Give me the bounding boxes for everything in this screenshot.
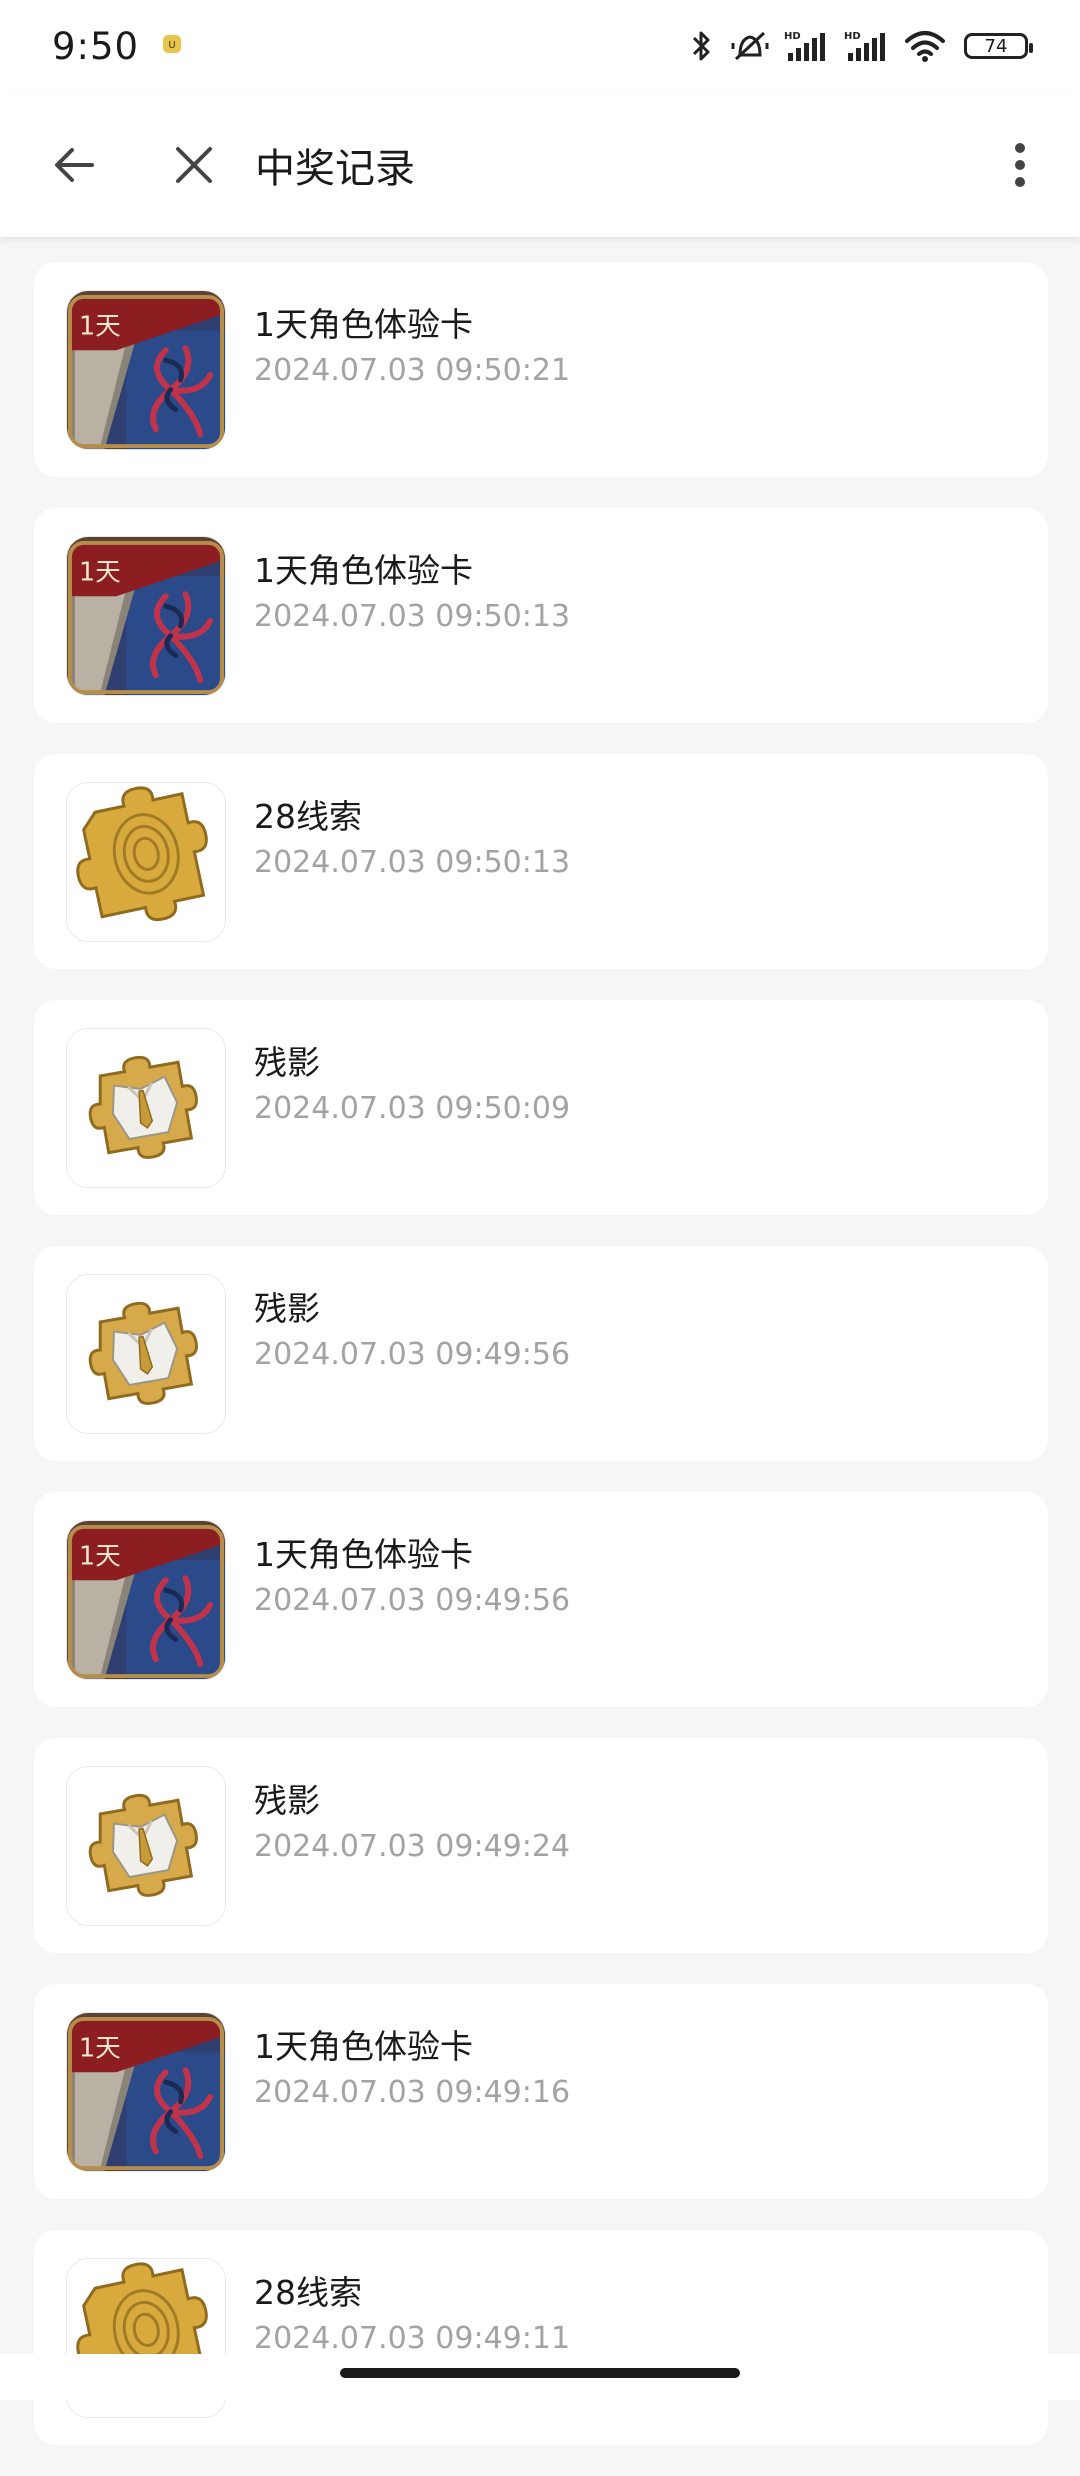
record-card[interactable]: 残影 2024.07.03 09:49:24 bbox=[34, 1738, 1048, 1953]
page-title: 中奖记录 bbox=[255, 145, 415, 192]
arrow-left-icon bbox=[55, 147, 94, 182]
record-card[interactable]: 残影 2024.07.03 09:50:09 bbox=[34, 1000, 1048, 1215]
card-badge-text: 1天 bbox=[79, 2033, 121, 2063]
record-name: 1天角色体验卡 bbox=[254, 1535, 473, 1574]
gesture-bar bbox=[0, 2354, 1080, 2400]
role-card-icon: 1天 bbox=[66, 536, 226, 696]
record-name: 1天角色体验卡 bbox=[254, 2027, 473, 2066]
more-vertical-icon bbox=[1015, 142, 1025, 187]
svg-text:U: U bbox=[168, 40, 175, 51]
record-name: 残影 bbox=[254, 1289, 320, 1328]
afterimage-puzzle-icon bbox=[66, 1028, 226, 1188]
status-right: HD HD 74 bbox=[686, 29, 1033, 63]
record-card[interactable]: 1天 1天角色体验卡 2024.07.03 09:50:21 bbox=[34, 262, 1048, 477]
status-left: 9:50 U bbox=[52, 25, 183, 68]
status-time: 9:50 bbox=[52, 24, 140, 68]
status-bar: 9:50 U HD HD 74 bbox=[0, 0, 1080, 92]
app-bar: 中奖记录 bbox=[0, 92, 1080, 237]
record-card[interactable]: 1天 1天角色体验卡 2024.07.03 09:49:56 bbox=[34, 1492, 1048, 1707]
prize-record-list[interactable]: 1天 1天角色体验卡 2024.07.03 09:50:21 1天 1天角色体验卡… bbox=[34, 262, 1048, 2476]
gold-puzzle-icon bbox=[66, 782, 226, 942]
record-time: 2024.07.03 09:49:56 bbox=[254, 1583, 571, 1618]
record-card[interactable]: 28线索 2024.07.03 09:50:13 bbox=[34, 754, 1048, 969]
close-button[interactable] bbox=[154, 125, 234, 205]
record-name: 1天角色体验卡 bbox=[254, 551, 473, 590]
back-button[interactable] bbox=[34, 125, 114, 205]
bluetooth-icon bbox=[686, 29, 716, 63]
role-card-icon: 1天 bbox=[66, 290, 226, 450]
battery-icon: 74 bbox=[964, 33, 1033, 59]
record-card[interactable]: 1天 1天角色体验卡 2024.07.03 09:50:13 bbox=[34, 508, 1048, 723]
record-name: 1天角色体验卡 bbox=[254, 305, 473, 344]
record-time: 2024.07.03 09:49:11 bbox=[254, 2321, 571, 2356]
role-card-icon: 1天 bbox=[66, 2012, 226, 2172]
card-badge-text: 1天 bbox=[79, 1541, 121, 1571]
record-name: 28线索 bbox=[254, 797, 362, 836]
home-indicator[interactable] bbox=[340, 2368, 740, 2378]
close-icon bbox=[176, 146, 212, 183]
hd-signal-icon: HD bbox=[784, 29, 830, 63]
record-name: 残影 bbox=[254, 1043, 320, 1082]
card-badge-text: 1天 bbox=[79, 311, 121, 341]
record-time: 2024.07.03 09:50:13 bbox=[254, 845, 571, 880]
record-name: 残影 bbox=[254, 1781, 320, 1820]
record-time: 2024.07.03 09:50:21 bbox=[254, 353, 571, 388]
battery-level: 74 bbox=[984, 35, 1008, 57]
more-options-button[interactable] bbox=[980, 125, 1060, 205]
record-name: 28线索 bbox=[254, 2273, 362, 2312]
vibrate-off-icon bbox=[730, 29, 770, 63]
svg-text:HD: HD bbox=[844, 31, 861, 42]
wifi-icon bbox=[904, 29, 946, 63]
record-time: 2024.07.03 09:50:09 bbox=[254, 1091, 571, 1126]
record-card[interactable]: 1天 1天角色体验卡 2024.07.03 09:49:16 bbox=[34, 1984, 1048, 2199]
afterimage-puzzle-icon bbox=[66, 1274, 226, 1434]
role-card-icon: 1天 bbox=[66, 1520, 226, 1680]
record-time: 2024.07.03 09:50:13 bbox=[254, 599, 571, 634]
card-badge-text: 1天 bbox=[79, 557, 121, 587]
record-card[interactable]: 28线索 2024.07.03 09:49:11 bbox=[34, 2230, 1048, 2445]
record-time: 2024.07.03 09:49:24 bbox=[254, 1829, 571, 1864]
afterimage-puzzle-icon bbox=[66, 1766, 226, 1926]
hd-signal-icon: HD bbox=[844, 29, 890, 63]
record-time: 2024.07.03 09:49:16 bbox=[254, 2075, 571, 2110]
notification-app-icon: U bbox=[161, 33, 183, 59]
record-time: 2024.07.03 09:49:56 bbox=[254, 1337, 571, 1372]
svg-text:HD: HD bbox=[784, 31, 801, 42]
record-card[interactable]: 残影 2024.07.03 09:49:56 bbox=[34, 1246, 1048, 1461]
